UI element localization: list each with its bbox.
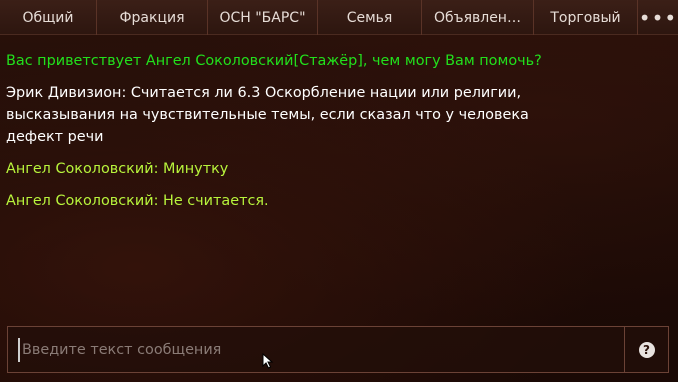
tab-label: Объявлен… <box>434 9 521 26</box>
tab-label: Фракция <box>119 9 185 26</box>
tab-label: Торговый <box>550 9 621 26</box>
tab-general[interactable]: Общий <box>0 0 97 35</box>
tab-trade[interactable]: Торговый <box>534 0 638 35</box>
chat-message-input[interactable] <box>18 337 624 362</box>
chat-window: Общий Фракция ОСН "БАРС" Семья Объявлен…… <box>0 0 678 382</box>
chat-message: Ангел Соколовский: Не считается. <box>6 193 269 209</box>
tab-label: Семья <box>346 9 393 26</box>
tab-label: ОСН "БАРС" <box>219 9 306 26</box>
chat-tab-bar: Общий Фракция ОСН "БАРС" Семья Объявлен…… <box>0 0 678 35</box>
chat-message: Ангел Соколовский: Минутку <box>6 161 229 177</box>
help-button[interactable]: ? <box>624 327 668 372</box>
tab-family[interactable]: Семья <box>318 0 422 35</box>
tab-faction[interactable]: Фракция <box>97 0 208 35</box>
help-icon: ? <box>638 341 655 358</box>
tab-osn-bars[interactable]: ОСН "БАРС" <box>208 0 318 35</box>
chat-message-list: Вас приветствует Ангел Соколовский[Стажё… <box>6 50 546 222</box>
more-dots-icon[interactable]: ••• <box>638 0 678 35</box>
tab-announcements[interactable]: Объявлен… <box>422 0 534 35</box>
chat-message: Эрик Дивизион: Считается ли 6.3 Оскорбле… <box>6 85 529 145</box>
chat-message: Вас приветствует Ангел Соколовский[Стажё… <box>6 53 542 69</box>
mouse-cursor-icon <box>262 353 274 369</box>
tab-label: Общий <box>22 9 74 26</box>
chat-input-bar: ? <box>7 326 669 373</box>
